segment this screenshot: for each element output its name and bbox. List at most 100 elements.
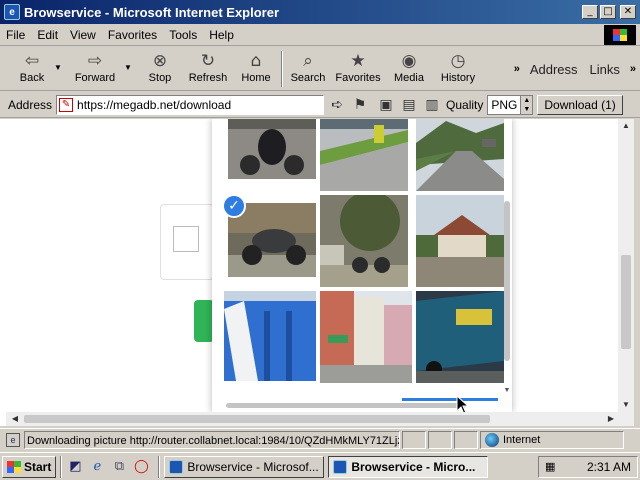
- media-icon: ◉: [401, 51, 417, 71]
- picker-vertical-scroll-thumb[interactable]: [504, 201, 510, 361]
- download-progress-bar: [402, 398, 498, 401]
- ie-window-icon[interactable]: e: [4, 4, 20, 20]
- image-picker-popup: ✓ ▼: [212, 119, 512, 412]
- home-button[interactable]: ⌂ Home: [234, 47, 278, 91]
- menu-file[interactable]: File: [0, 28, 31, 42]
- image-thumbnail-roadside-median[interactable]: [320, 119, 408, 191]
- menu-view[interactable]: View: [64, 28, 102, 42]
- image-thumbnail-motorbike-rider[interactable]: [228, 119, 316, 189]
- toolbar-separator: [281, 51, 282, 87]
- forward-arrow-icon: ⇨: [87, 51, 103, 71]
- status-text: Downloading picture http://router.collab…: [24, 430, 400, 449]
- status-page-icon: e: [6, 432, 20, 447]
- picker-scroll-down-icon[interactable]: ▼: [502, 387, 512, 394]
- picker-horizontal-scroll-thumb[interactable]: [226, 403, 466, 408]
- favorites-button[interactable]: ★ Favorites: [331, 47, 385, 91]
- security-zone: Internet: [480, 430, 624, 449]
- image-thumbnail-house-flooded-road[interactable]: [416, 195, 504, 287]
- menu-bar: File Edit View Favorites Tools Help: [0, 24, 640, 46]
- maximize-button[interactable]: □: [600, 5, 616, 19]
- favorites-folder-icon: ★: [350, 51, 366, 71]
- image-thumbnail-highway-hills[interactable]: [416, 119, 504, 191]
- page-vertical-scroll-thumb[interactable]: [621, 255, 631, 349]
- page-scroll-left-icon[interactable]: ◀: [8, 412, 22, 426]
- page-horizontal-scroll-thumb[interactable]: [24, 415, 490, 423]
- ie-task-icon-active: [333, 459, 348, 474]
- background-green-button[interactable]: [194, 300, 214, 342]
- image-thumbnail-motorbikes-under-tree[interactable]: [320, 195, 408, 287]
- status-pane-3: [454, 430, 478, 449]
- security-zone-label: Internet: [503, 433, 541, 446]
- stop-button[interactable]: ⊗ Stop: [138, 47, 182, 91]
- quality-label: Quality: [446, 97, 484, 112]
- page-scroll-right-icon[interactable]: ▶: [604, 412, 618, 426]
- network-quicklaunch-icon[interactable]: ⧉: [110, 458, 128, 476]
- page-view-icon[interactable]: ▤: [399, 95, 419, 115]
- search-icon: ⌕: [303, 51, 313, 71]
- opera-quicklaunch-icon[interactable]: ◯: [132, 458, 150, 476]
- selected-check-icon[interactable]: ✓: [222, 194, 246, 218]
- page-horizontal-scrollbar[interactable]: ◀ ▶: [6, 412, 618, 426]
- ie-quicklaunch-icon[interactable]: ℯ: [88, 458, 106, 476]
- start-button[interactable]: Start: [2, 455, 57, 478]
- clipboard-icon[interactable]: ▥: [422, 95, 442, 115]
- quality-value: PNG: [491, 97, 518, 112]
- back-button[interactable]: ⇦ Back: [12, 47, 52, 91]
- address-input[interactable]: ✎ https://megadb.net/download: [56, 94, 325, 115]
- show-desktop-icon[interactable]: ◩: [66, 458, 84, 476]
- quality-select[interactable]: PNG ▲ ▼: [487, 94, 534, 115]
- media-button[interactable]: ◉ Media: [385, 47, 433, 91]
- page-scroll-up-icon[interactable]: ▲: [618, 119, 634, 133]
- internet-globe-icon: [485, 432, 499, 447]
- windows-start-icon: [7, 460, 21, 473]
- minimize-button[interactable]: _: [582, 5, 598, 19]
- picker-vertical-scrollbar[interactable]: ▼: [502, 119, 512, 399]
- close-button[interactable]: ✕: [620, 5, 636, 19]
- network-tray-icon[interactable]: ▦: [545, 460, 561, 474]
- quicklaunch-separator-end: [158, 455, 161, 478]
- page-icon: ✎: [59, 97, 74, 112]
- home-icon: ⌂: [250, 51, 262, 71]
- menu-edit[interactable]: Edit: [31, 28, 64, 42]
- system-tray: ▦ 2:31 AM: [538, 456, 638, 478]
- stop-icon: ⊗: [152, 51, 168, 71]
- history-icon: ◷: [450, 51, 466, 71]
- download-button[interactable]: Download (1): [537, 94, 623, 115]
- image-thumbnail-covered-truck[interactable]: [416, 291, 504, 383]
- menu-tools[interactable]: Tools: [163, 28, 203, 42]
- quality-spin-icon[interactable]: ▲ ▼: [520, 95, 533, 114]
- taskbar: Start ◩ ℯ ⧉ ◯ Browservice - Microsof... …: [0, 452, 640, 480]
- page-content: ✓ ▼: [6, 119, 618, 412]
- status-pane-2: [428, 430, 452, 449]
- refresh-button[interactable]: ↻ Refresh: [182, 47, 234, 91]
- go-arrow-icon[interactable]: ➪: [327, 95, 347, 115]
- forward-button[interactable]: ⇨ Forward: [68, 47, 122, 91]
- menu-help[interactable]: Help: [203, 28, 240, 42]
- taskbar-window-1[interactable]: Browservice - Microsof...: [164, 455, 325, 478]
- image-thumbnail-blue-cart-closeup[interactable]: [224, 291, 316, 381]
- menu-favorites[interactable]: Favorites: [102, 28, 163, 42]
- window-title: Browservice - Microsoft Internet Explore…: [24, 4, 280, 20]
- clock[interactable]: 2:31 AM: [587, 460, 631, 474]
- image-thumbnail-shophouses[interactable]: [320, 291, 412, 383]
- page-vertical-scrollbar[interactable]: ▲ ▼: [618, 119, 634, 426]
- links-chevron-icon[interactable]: »: [626, 61, 640, 77]
- toolbar-links-area: » Address Links »: [510, 47, 640, 91]
- quicklaunch-separator: [60, 455, 63, 478]
- status-pane-1: [402, 430, 426, 449]
- links-toolbar-link[interactable]: Links: [584, 62, 626, 77]
- forward-dropdown-icon[interactable]: ▼: [122, 47, 134, 72]
- bookmark-icon[interactable]: ⚑: [350, 95, 370, 115]
- page-scroll-down-icon[interactable]: ▼: [618, 398, 634, 412]
- history-button[interactable]: ◷ History: [433, 47, 483, 91]
- background-checkbox[interactable]: [173, 226, 199, 252]
- find-icon[interactable]: ▣: [376, 95, 396, 115]
- address-bar: Address ✎ https://megadb.net/download ➪ …: [0, 92, 640, 118]
- back-dropdown-icon[interactable]: ▼: [52, 47, 64, 72]
- windows-logo-icon: [604, 25, 636, 45]
- toolbar-chevron-icon[interactable]: »: [510, 61, 524, 77]
- status-bar: e Downloading picture http://router.coll…: [0, 428, 640, 450]
- address-toggle-link[interactable]: Address: [524, 62, 584, 77]
- taskbar-window-2[interactable]: Browservice - Micro...: [328, 455, 489, 478]
- search-button[interactable]: ⌕ Search: [285, 47, 331, 91]
